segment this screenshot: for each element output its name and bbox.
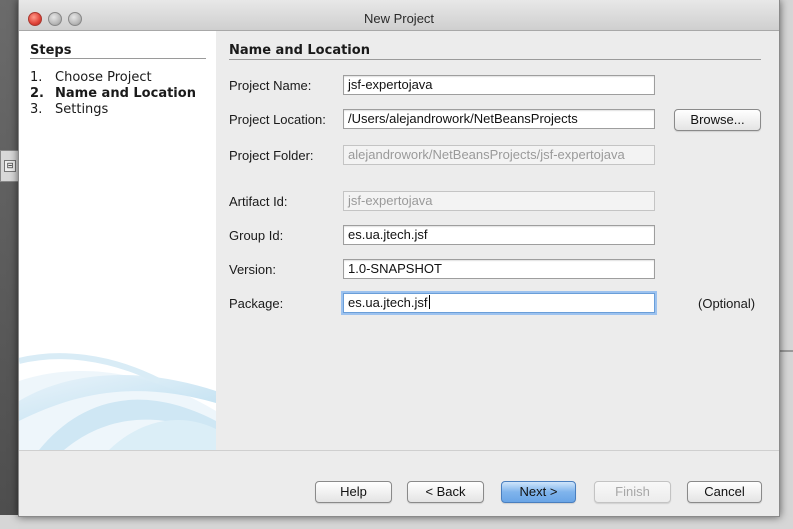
background-divider <box>778 350 793 352</box>
browse-button[interactable]: Browse... <box>674 109 761 131</box>
package-label: Package: <box>229 296 284 311</box>
steps-header: Steps <box>30 43 72 58</box>
step-number: 2. <box>30 86 44 101</box>
step-label: Name and Location <box>55 86 196 101</box>
project-location-label: Project Location: <box>229 112 326 127</box>
title-bar: New Project <box>19 0 779 31</box>
version-label: Version: <box>229 262 276 277</box>
package-input-text: es.ua.jtech.jsf <box>348 295 428 310</box>
button-bar-divider <box>19 450 779 451</box>
help-button[interactable]: Help <box>315 481 392 503</box>
steps-panel: Steps 1. Choose Project 2. Name and Locati… <box>19 31 216 450</box>
step-label: Choose Project <box>55 70 152 85</box>
package-optional-note: (Optional) <box>698 296 756 311</box>
step-choose-project: 1. Choose Project <box>30 70 196 86</box>
background-collapsed-panel: ⊟ <box>0 150 20 182</box>
next-button[interactable]: Next > <box>501 481 576 503</box>
artifact-id-label: Artifact Id: <box>229 194 288 209</box>
project-location-input[interactable]: /Users/alejandrowork/NetBeansProjects <box>343 109 655 129</box>
group-id-label: Group Id: <box>229 228 284 243</box>
name-and-location-panel: Name and Location Project Name: jsf-expe… <box>217 31 779 450</box>
project-name-label: Project Name: <box>229 78 312 93</box>
step-name-and-location: 2. Name and Location <box>30 86 196 102</box>
project-folder-label: Project Folder: <box>229 148 314 163</box>
step-number: 1. <box>30 70 43 85</box>
text-caret <box>428 295 430 309</box>
version-input[interactable]: 1.0-SNAPSHOT <box>343 259 655 279</box>
group-id-input[interactable]: es.ua.jtech.jsf <box>343 225 655 245</box>
section-title: Name and Location <box>229 43 370 58</box>
background-bottom-panel <box>0 515 793 529</box>
wizard-decoration-graphic <box>19 353 216 450</box>
step-label: Settings <box>55 102 109 117</box>
project-name-input[interactable]: jsf-expertojava <box>343 75 655 95</box>
background-right-panel <box>778 0 793 529</box>
cancel-button[interactable]: Cancel <box>687 481 762 503</box>
back-button[interactable]: < Back <box>407 481 484 503</box>
step-settings: 3. Settings <box>30 102 196 118</box>
artifact-id-field: jsf-expertojava <box>343 191 655 211</box>
steps-list: 1. Choose Project 2. Name and Location 3. S… <box>30 70 196 118</box>
project-folder-field: alejandrowork/NetBeansProjects/jsf-exper… <box>343 145 655 165</box>
step-number: 3. <box>30 102 43 117</box>
steps-divider <box>30 58 206 59</box>
minimize-panel-icon: ⊟ <box>4 160 16 172</box>
new-project-dialog: New Project Steps 1. Choose Project 2. Nam… <box>18 0 780 517</box>
finish-button: Finish <box>594 481 671 503</box>
section-divider <box>229 59 761 60</box>
window-title: New Project <box>363 11 435 26</box>
package-input[interactable]: es.ua.jtech.jsf <box>343 293 655 313</box>
